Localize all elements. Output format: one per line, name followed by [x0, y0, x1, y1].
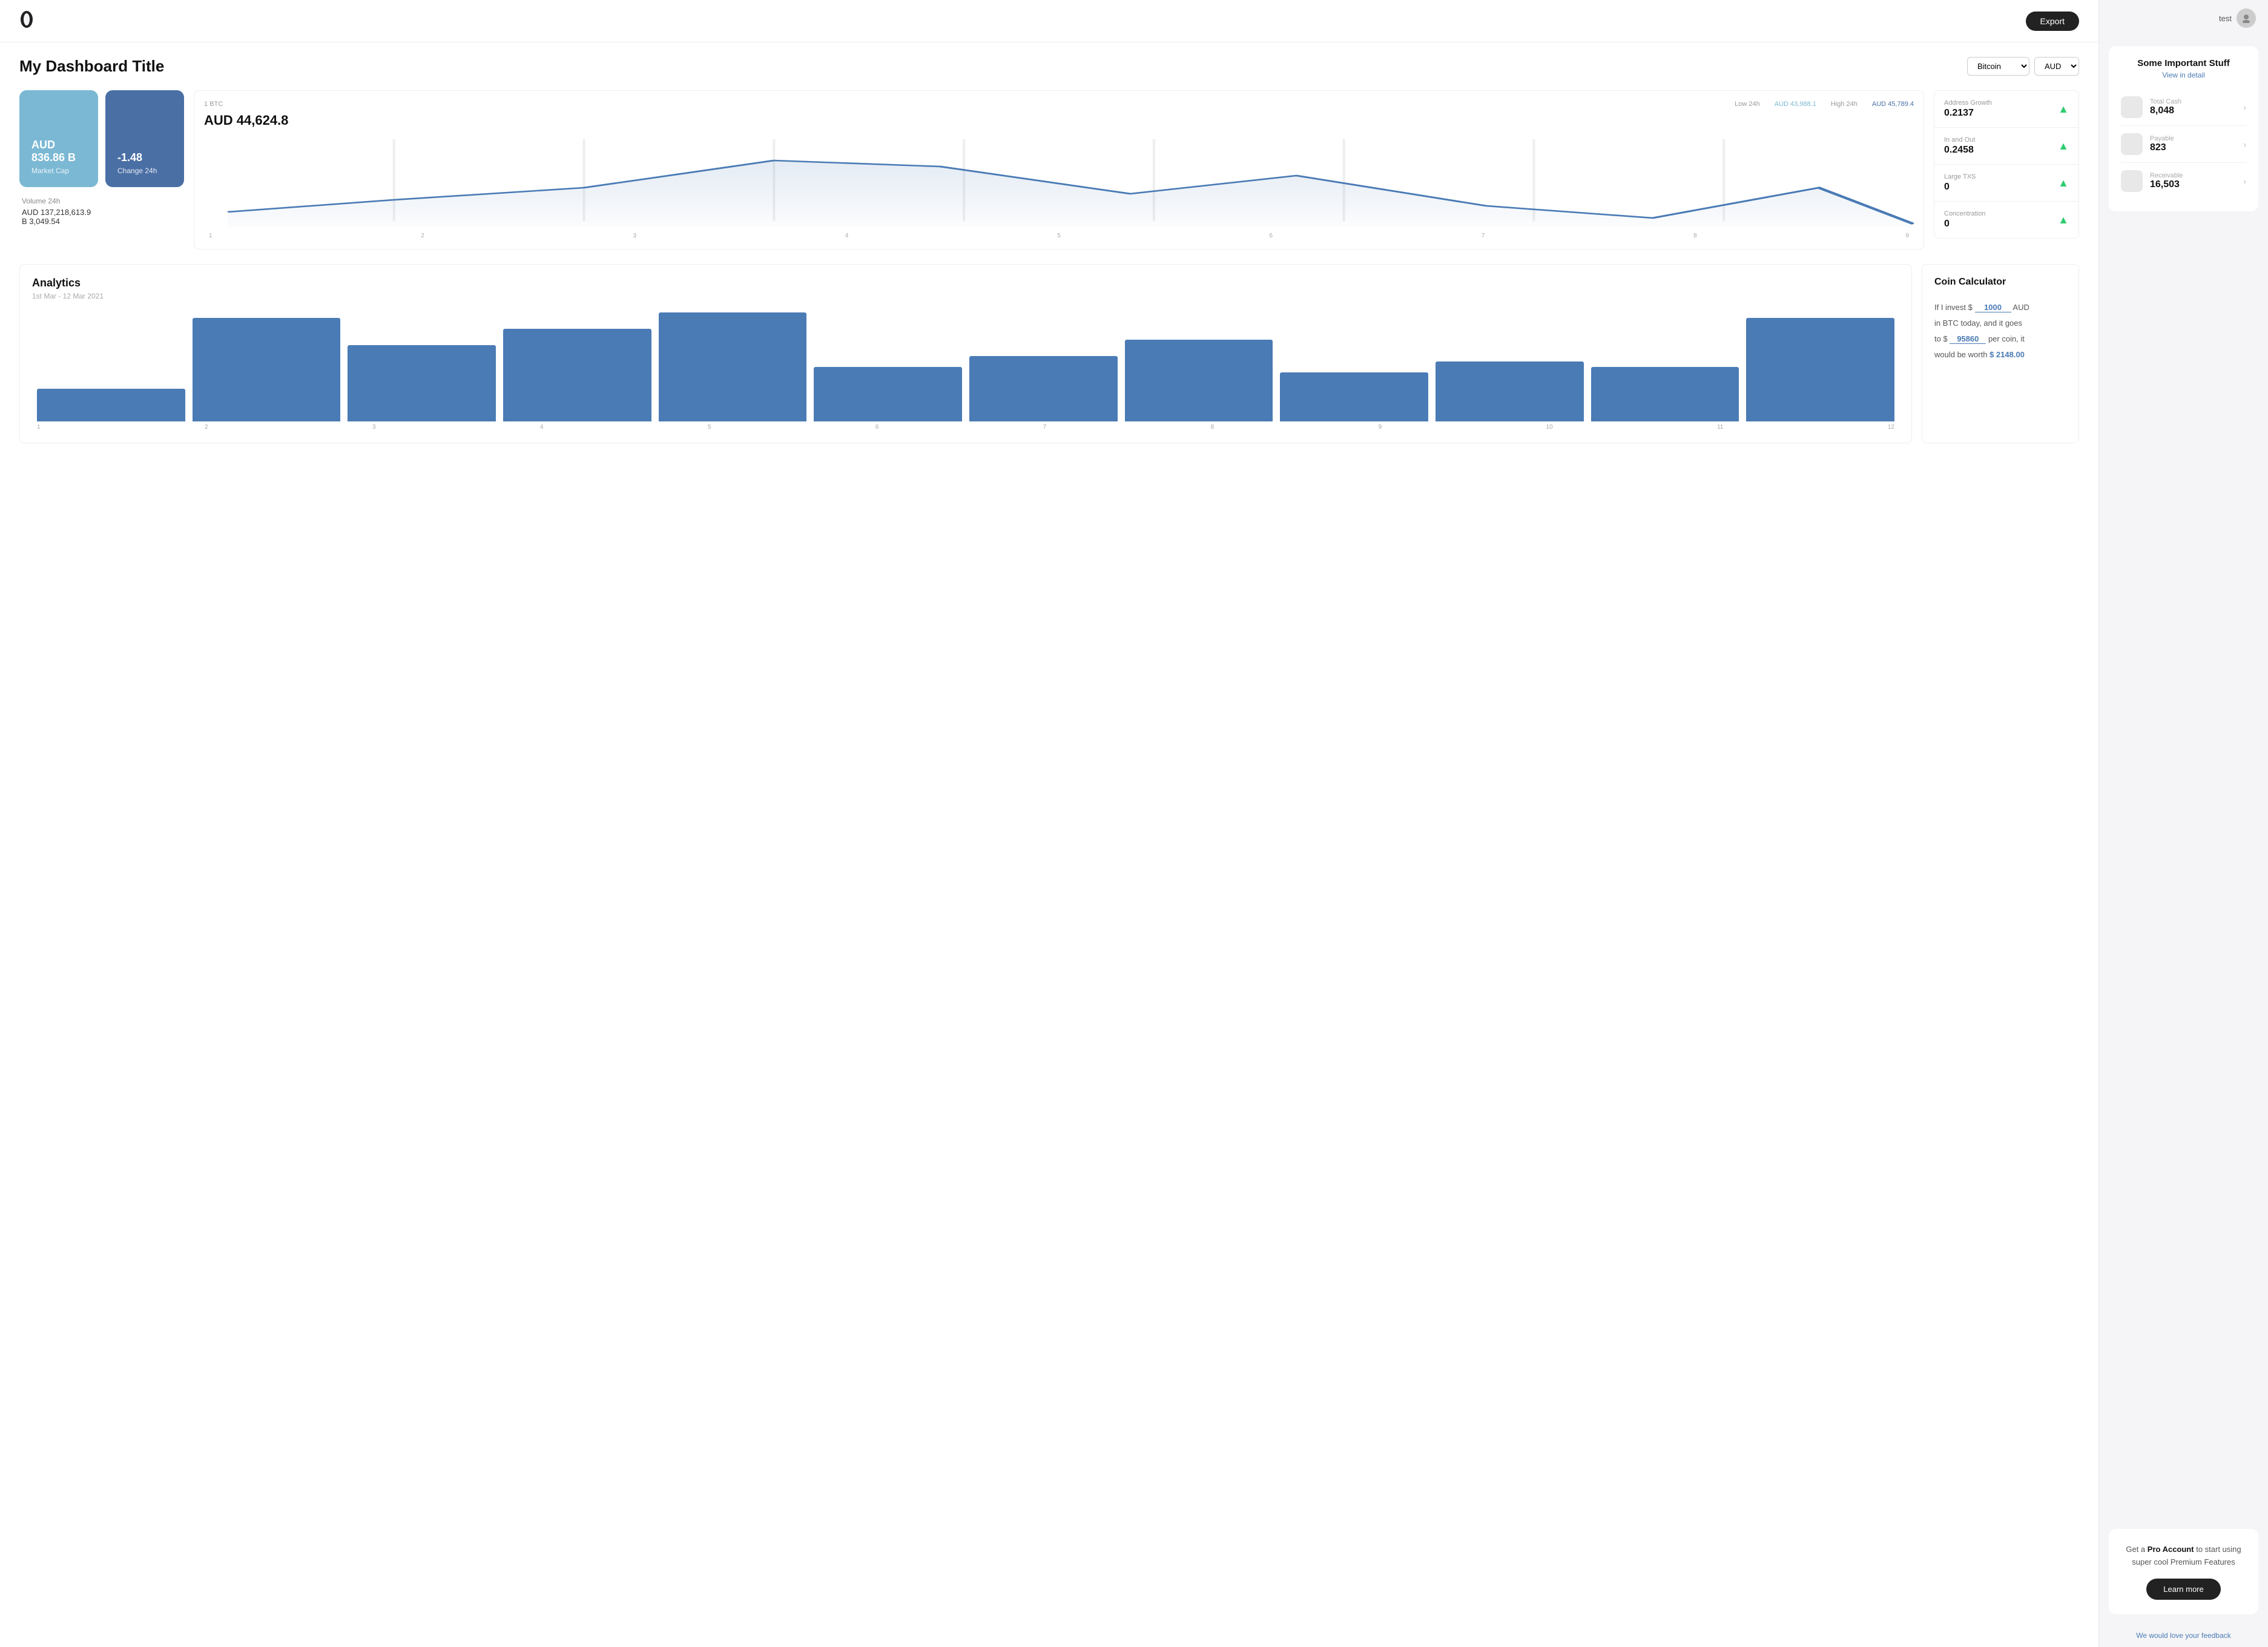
- chart-unit: 1 BTC: [204, 101, 223, 108]
- total-cash-arrow: ›: [2243, 102, 2246, 112]
- bar-item: [969, 356, 1118, 421]
- sidebar-metric-total-cash: Total Cash 8,048 ›: [2121, 89, 2246, 126]
- price-chart: 1 BTC Low 24h AUD 43,988.1 High 24h AUD …: [194, 90, 1924, 249]
- volume-info: Volume 24h AUD 137,218,613.9 B 3,049.54: [19, 197, 184, 226]
- calc-text4: to $: [1934, 334, 1948, 343]
- payable-icon: [2121, 133, 2143, 155]
- calc-text3: in BTC today, and it goes: [1934, 319, 2022, 328]
- bar-chart: [32, 312, 1899, 421]
- export-button[interactable]: Export: [2026, 12, 2079, 31]
- in-out-arrow: ▲: [2058, 140, 2069, 153]
- page-title: My Dashboard Title: [19, 57, 164, 76]
- calc-text2: AUD: [2013, 303, 2029, 312]
- bar-item: [1125, 340, 1273, 421]
- high-value: AUD 45,789.4: [1872, 101, 1914, 108]
- metric-large-txs: Large TXS 0 ▲: [1934, 165, 2078, 202]
- payable-arrow: ›: [2243, 139, 2246, 149]
- analytics-date: 1st Mar - 12 Mar 2021: [32, 292, 1899, 300]
- invest-input[interactable]: [1975, 303, 2011, 312]
- pro-bold: Pro Account: [2148, 1545, 2194, 1554]
- bar-item: [814, 367, 962, 421]
- total-cash-icon: [2121, 96, 2143, 118]
- low-label: Low 24h: [1735, 101, 1760, 108]
- volume-aud: AUD 137,218,613.9: [22, 208, 184, 217]
- metric-in-out: In and Out 0.2458 ▲: [1934, 128, 2078, 165]
- receivable-arrow: ›: [2243, 176, 2246, 186]
- sidebar-metric-receivable: Receivable 16,503 ›: [2121, 163, 2246, 199]
- currency-selects: Bitcoin Ethereum Litecoin AUD USD EUR: [1967, 57, 2079, 76]
- coin-calculator: Coin Calculator If I invest $ AUD in BTC…: [1922, 264, 2079, 443]
- target-input[interactable]: [1950, 334, 1986, 344]
- bar-item: [193, 318, 341, 421]
- coin-select[interactable]: Bitcoin Ethereum Litecoin: [1967, 57, 2029, 76]
- concentration-arrow: ▲: [2058, 214, 2069, 226]
- market-cap-label: Market Cap: [31, 167, 86, 175]
- bar-item: [37, 389, 185, 421]
- calc-text6: would be worth: [1934, 350, 1987, 359]
- logo-icon: [19, 10, 39, 32]
- bar-item: [1591, 367, 1739, 421]
- change-label: Change 24h: [117, 167, 172, 175]
- metric-address-growth: Address Growth 0.2137 ▲: [1934, 91, 2078, 128]
- market-cap-value: AUD 836.86 B: [31, 139, 86, 164]
- bar-item: [348, 345, 496, 421]
- change-value: -1.48: [117, 151, 172, 164]
- volume-btc: B 3,049.54: [22, 217, 184, 226]
- bar-item: [1436, 361, 1584, 421]
- user-avatar: [2237, 8, 2256, 28]
- analytics-title: Analytics: [32, 277, 1899, 289]
- pro-text: Get a Pro Account to start using super c…: [2121, 1543, 2246, 1569]
- calculator-title: Coin Calculator: [1934, 277, 2066, 288]
- currency-select[interactable]: AUD USD EUR: [2034, 57, 2079, 76]
- important-stuff-card: Some Important Stuff View in detail Tota…: [2109, 46, 2258, 211]
- chart-x-axis: 123456789: [204, 233, 1914, 239]
- chart-price: AUD 44,624.8: [204, 113, 1914, 128]
- important-title: Some Important Stuff: [2121, 58, 2246, 68]
- pro-account-card: Get a Pro Account to start using super c…: [2109, 1529, 2258, 1614]
- receivable-icon: [2121, 170, 2143, 192]
- bar-item: [1280, 372, 1428, 421]
- metrics-panel: Address Growth 0.2137 ▲ In and Out 0.245…: [1934, 90, 2079, 239]
- view-in-detail-link[interactable]: View in detail: [2121, 71, 2246, 79]
- user-label: test: [2219, 14, 2232, 23]
- bar-item: [503, 329, 651, 421]
- calc-result: $ 2148.00: [1989, 350, 2025, 359]
- bar-item: [1746, 318, 1894, 421]
- feedback-link[interactable]: We would love your feedback: [2109, 1631, 2258, 1640]
- bar-item: [659, 312, 807, 421]
- address-growth-arrow: ▲: [2058, 103, 2069, 116]
- sidebar-metric-payable: Payable 823 ›: [2121, 126, 2246, 163]
- low-value: AUD 43,988.1: [1775, 101, 1816, 108]
- analytics-panel: Analytics 1st Mar - 12 Mar 2021 12345678…: [19, 264, 1912, 443]
- volume-label: Volume 24h: [22, 197, 184, 205]
- calc-text1: If I invest $: [1934, 303, 1973, 312]
- learn-more-button[interactable]: Learn more: [2146, 1579, 2220, 1600]
- change-24h-card: -1.48 Change 24h: [105, 90, 184, 187]
- right-sidebar: test Some Important Stuff View in detail…: [2098, 0, 2268, 1647]
- market-cap-card: AUD 836.86 B Market Cap: [19, 90, 98, 187]
- large-txs-arrow: ▲: [2058, 177, 2069, 190]
- bar-x-axis: 123456789101112: [32, 421, 1899, 431]
- high-label: High 24h: [1831, 101, 1858, 108]
- calc-text5: per coin, it: [1988, 334, 2025, 343]
- metric-concentration: Concentration 0 ▲: [1934, 202, 2078, 238]
